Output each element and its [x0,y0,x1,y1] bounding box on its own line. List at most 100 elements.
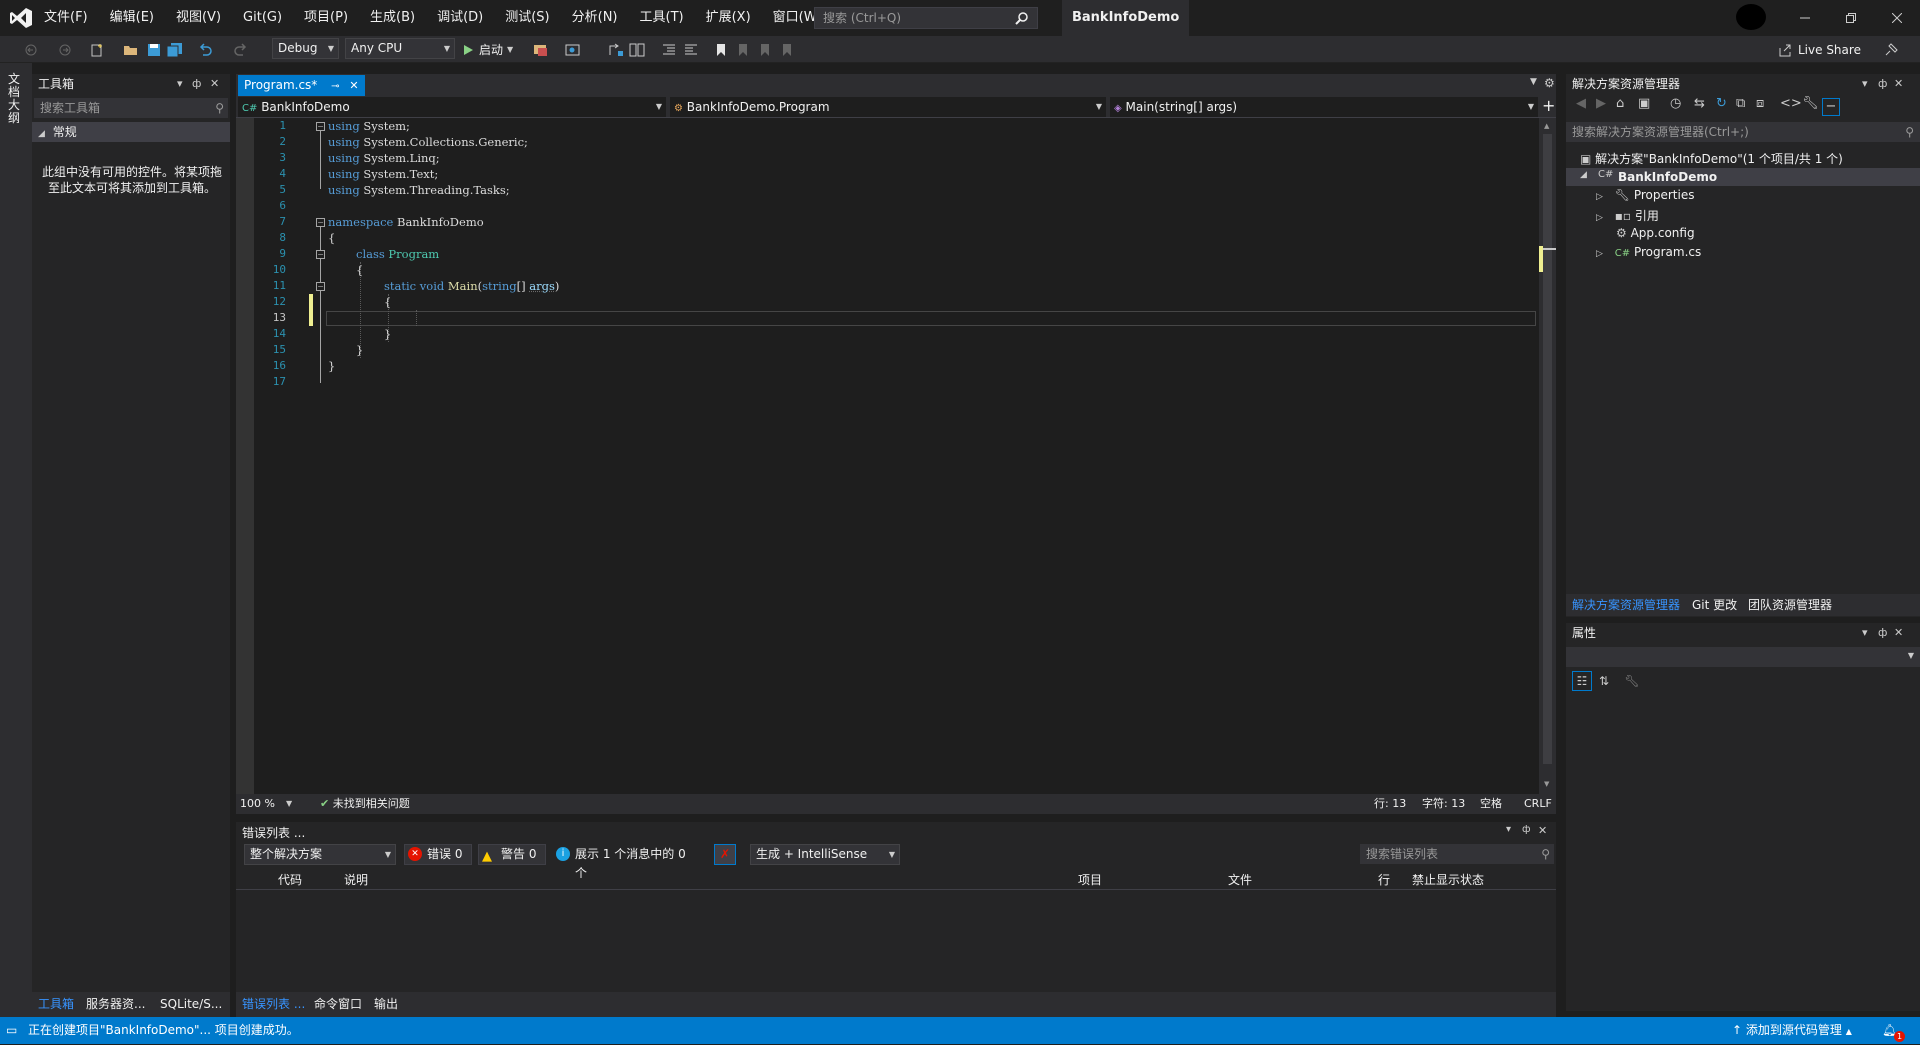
redo-icon[interactable] [232,40,250,59]
forward-icon[interactable] [56,40,74,59]
tab-sqlite[interactable]: SQLite/S... [160,992,222,1017]
tab-git-changes[interactable]: Git 更改 [1692,594,1737,616]
chevron-right-icon[interactable]: ▷ [1596,213,1603,223]
solution-platform-dropdown[interactable]: Any CPU ▼ [345,38,455,59]
close-icon[interactable] [1874,0,1920,36]
editor-vertical-scrollbar[interactable]: ▲ ▼ [1539,118,1556,794]
search-input[interactable]: 搜索 (Ctrl+Q) [814,7,1038,29]
toolbox-group-general[interactable]: ◢ 常规 [32,122,230,142]
tree-project-node[interactable]: ◢ C# BankInfoDemo [1566,168,1920,186]
tree-item-properties[interactable]: ▷ 🔧︎ Properties [1596,188,1694,202]
tab-toolbox[interactable]: 工具箱 [38,992,74,1017]
no-issues-indicator[interactable]: ✔ 未找到相关问题 [320,794,410,814]
pin-icon[interactable]: ф [1522,824,1531,835]
document-outline-tab[interactable]: 文档大纲 [8,73,24,125]
whitespace-indicator[interactable]: 空格 [1480,794,1502,814]
zoom-level[interactable]: 100 % [240,794,275,814]
back-icon[interactable]: ◀ [1576,96,1586,111]
menu-edit[interactable]: 编辑(E) [99,0,165,36]
dropdown-icon[interactable]: ▾ [177,74,183,94]
build-filter-dropdown[interactable]: 生成 + IntelliSense ▼ [750,844,900,865]
alphabetical-icon[interactable]: ⇅ [1594,671,1614,691]
tree-item-references[interactable]: ▷ ▪▫ 引用 [1596,207,1659,224]
add-to-source-control-button[interactable]: ↑ 添加到源代码管理 ▲ [1732,1017,1852,1045]
scope-dropdown[interactable]: 整个解决方案 ▼ [244,844,396,865]
close-icon[interactable]: ✕ [1894,623,1903,643]
split-editor-icon[interactable]: + [1542,96,1555,116]
column-description[interactable]: 说明 [344,870,368,890]
new-project-icon[interactable] [88,40,106,59]
property-pages-icon[interactable]: 🔧︎ [1622,671,1642,691]
chevron-down-icon[interactable]: ▼ [286,794,292,814]
live-share-button[interactable]: Live Share [1778,40,1870,59]
code-editor[interactable]: 1 2 3 4 5 6 7 8 9 10 11 12 13 14 15 16 1… [236,118,1539,794]
member-nav-dropdown[interactable]: ◈ Main(string[] args) ▼ [1110,97,1538,117]
tab-command-window[interactable]: 命令窗口 [314,992,362,1017]
gear-icon[interactable]: ⚙ [1544,76,1555,90]
close-icon[interactable]: ✕ [1894,74,1903,94]
column-suppression[interactable]: 禁止显示状态 [1412,870,1484,890]
project-nav-dropdown[interactable]: C# BankInfoDemo ▼ [238,97,666,117]
categorized-icon[interactable]: ☷ [1572,671,1592,691]
pin-icon[interactable]: ф [1878,74,1887,94]
pin-icon[interactable]: ф [1878,623,1887,643]
indent-icon[interactable] [660,40,678,59]
dropdown-icon[interactable]: ▾ [1862,74,1868,94]
char-indicator[interactable]: 字符: 13 [1422,794,1465,814]
tab-dropdown-icon[interactable]: ▼ [1530,77,1537,87]
eol-indicator[interactable]: CRLF [1524,794,1552,814]
toolbox-search-input[interactable]: 搜索工具箱 ⚲ [34,98,228,118]
column-file[interactable]: 文件 [1228,870,1252,890]
back-icon[interactable] [22,40,40,59]
menu-git[interactable]: Git(G) [232,0,293,36]
tree-item-app-config[interactable]: ⚙ App.config [1616,226,1695,240]
menu-view[interactable]: 视图(V) [165,0,232,36]
collapse-all-icon[interactable]: ⧉ [1736,96,1745,111]
column-project[interactable]: 项目 [1078,870,1102,890]
undo-icon[interactable] [196,40,214,59]
tab-server-explorer[interactable]: 服务器资... [86,992,145,1017]
menu-analyze[interactable]: 分析(N) [561,0,629,36]
close-icon[interactable]: ✕ [1538,824,1547,837]
menu-extensions[interactable]: 扩展(X) [695,0,762,36]
clear-bookmarks-icon[interactable] [778,40,796,59]
refresh-icon[interactable]: ↻ [1716,96,1727,111]
view-code-icon[interactable]: <> [1780,96,1802,111]
account-avatar[interactable] [1736,4,1766,30]
prev-bookmark-icon[interactable] [734,40,752,59]
home-icon[interactable]: ⌂ [1616,96,1624,111]
scroll-down-icon[interactable]: ▼ [1544,780,1549,788]
scroll-thumb[interactable] [1543,134,1552,764]
dropdown-icon[interactable]: ▾ [1862,623,1868,643]
bookmark-icon[interactable] [712,40,730,59]
warnings-filter-button[interactable]: ▲ 警告 0 [478,844,546,865]
refactor-icon[interactable] [628,40,646,59]
close-icon[interactable]: ✕ [349,79,358,92]
menu-file[interactable]: 文件(F) [33,0,99,36]
outdent-icon[interactable] [682,40,700,59]
collapse-icon[interactable]: − [316,282,325,291]
collapse-icon[interactable]: − [316,250,325,259]
close-icon[interactable]: ✕ [210,74,219,94]
errors-filter-button[interactable]: ✕ 错误 0 [404,844,472,865]
menu-tools[interactable]: 工具(T) [629,0,695,36]
screenshot-icon[interactable] [562,40,584,59]
tab-error-list[interactable]: 错误列表 ... [242,992,305,1017]
pin-icon[interactable]: ⊸ [331,81,339,92]
chevron-right-icon[interactable]: ▷ [1596,249,1603,259]
messages-filter-button[interactable]: i 展示 1 个消息中的 0 个 [552,844,704,880]
minimize-icon[interactable] [1782,0,1828,36]
save-icon[interactable] [145,40,163,59]
visual-studio-logo-icon[interactable] [10,8,32,28]
tab-team-explorer[interactable]: 团队资源管理器 [1748,594,1832,616]
menu-build[interactable]: 生成(B) [359,0,426,36]
next-bookmark-icon[interactable] [756,40,774,59]
show-all-files-icon[interactable]: ⧈ [1756,96,1764,111]
feedback-icon[interactable] [1882,40,1900,59]
column-code[interactable]: 代码 [278,870,302,890]
step-icon[interactable] [607,40,625,59]
tree-item-program-cs[interactable]: ▷ C# Program.cs [1596,245,1701,259]
chevron-right-icon[interactable]: ▷ [1596,192,1603,202]
solution-search-input[interactable]: 搜索解决方案资源管理器(Ctrl+;) ⚲ [1566,122,1920,142]
error-search-input[interactable]: 搜索错误列表 ⚲ [1360,844,1554,864]
